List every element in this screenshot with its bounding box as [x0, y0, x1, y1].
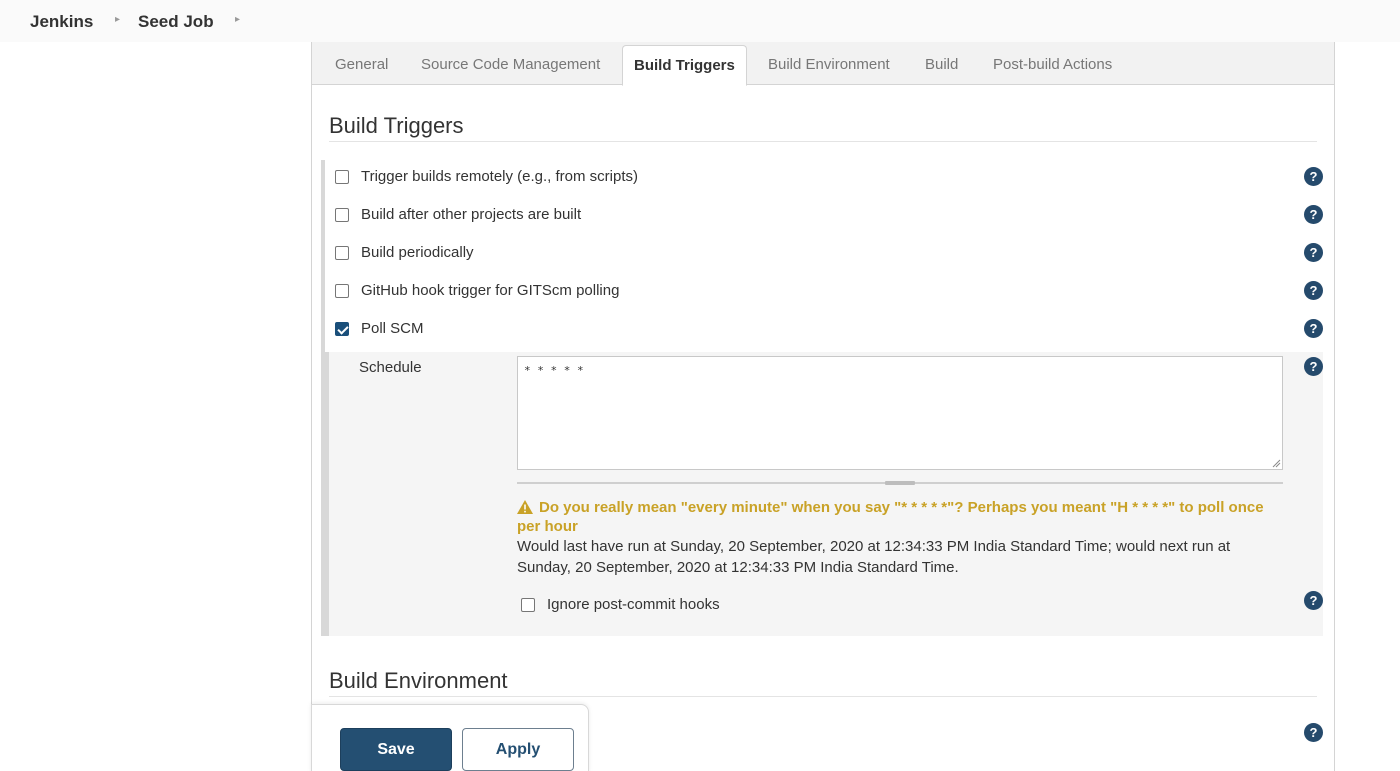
checkbox-build-after-other-projects[interactable]	[335, 207, 349, 222]
section-divider	[329, 696, 1317, 697]
tab-build-triggers[interactable]: Build Triggers	[622, 45, 747, 86]
checkbox-trigger-builds-remotely[interactable]	[335, 169, 349, 184]
save-button[interactable]: Save	[340, 728, 452, 771]
question-circle-icon[interactable]: ?	[1304, 243, 1323, 262]
breadcrumb-item-jenkins[interactable]: Jenkins	[30, 12, 93, 32]
caret-right-icon[interactable]: ▸	[235, 14, 240, 25]
form-actions-bar: Save Apply	[311, 704, 589, 771]
option-ignore-post-commit-hooks[interactable]: Ignore post-commit hooks	[521, 596, 720, 613]
option-label: Poll SCM	[361, 320, 424, 337]
tab-post-build-actions[interactable]: Post-build Actions	[993, 56, 1112, 73]
schedule-warning: Do you really mean "every minute" when y…	[517, 498, 1287, 536]
question-circle-icon[interactable]: ?	[1304, 357, 1323, 376]
schedule-run-info: Would last have run at Sunday, 20 Septem…	[517, 538, 1231, 576]
checkbox-poll-scm[interactable]	[335, 321, 349, 336]
tab-general[interactable]: General	[335, 56, 388, 73]
question-circle-icon[interactable]: ?	[1304, 591, 1323, 610]
option-build-periodically[interactable]: Build periodically	[335, 244, 474, 261]
question-circle-icon[interactable]: ?	[1304, 205, 1323, 224]
option-label: Build periodically	[361, 244, 474, 261]
schedule-warning-text: Do you really mean "every minute" when y…	[517, 499, 1264, 535]
breadcrumb-item-seed-job[interactable]: Seed Job	[138, 12, 214, 32]
config-tab-bar: General Source Code Management Build Tri…	[312, 42, 1334, 86]
schedule-textarea[interactable]	[517, 356, 1283, 470]
question-circle-icon[interactable]: ?	[1304, 319, 1323, 338]
section-title-build-environment: Build Environment	[329, 668, 508, 693]
option-label: Trigger builds remotely (e.g., from scri…	[361, 168, 639, 185]
section-divider	[329, 141, 1317, 142]
option-poll-scm[interactable]: Poll SCM	[335, 320, 424, 337]
option-github-hook-trigger[interactable]: GitHub hook trigger for GITScm polling	[335, 282, 619, 299]
tab-source-code-management[interactable]: Source Code Management	[421, 56, 600, 73]
checkbox-github-hook-trigger[interactable]	[335, 283, 349, 298]
tab-build-environment[interactable]: Build Environment	[768, 56, 890, 73]
config-panel: General Source Code Management Build Tri…	[311, 42, 1335, 771]
option-label: Ignore post-commit hooks	[547, 596, 720, 613]
option-label: Build after other projects are built	[361, 206, 582, 223]
resize-grip-icon[interactable]	[1271, 458, 1281, 468]
question-circle-icon[interactable]: ?	[1304, 281, 1323, 300]
checkbox-ignore-post-commit-hooks[interactable]	[521, 597, 535, 612]
apply-button[interactable]: Apply	[462, 728, 574, 771]
caret-right-icon[interactable]: ▸	[115, 14, 120, 25]
warning-triangle-icon	[517, 500, 533, 514]
textarea-resize-handle[interactable]	[885, 481, 915, 485]
checkbox-build-periodically[interactable]	[335, 245, 349, 260]
question-circle-icon[interactable]: ?	[1304, 723, 1323, 742]
option-trigger-builds-remotely[interactable]: Trigger builds remotely (e.g., from scri…	[335, 168, 638, 185]
schedule-label: Schedule	[359, 359, 422, 376]
tab-build[interactable]: Build	[925, 56, 958, 73]
question-circle-icon[interactable]: ?	[1304, 167, 1323, 186]
option-label: GitHub hook trigger for GITScm polling	[361, 282, 620, 299]
breadcrumb: Jenkins ▸ Seed Job ▸	[0, 0, 1400, 42]
option-build-after-other-projects[interactable]: Build after other projects are built	[335, 206, 581, 223]
section-title-build-triggers: Build Triggers	[329, 113, 464, 138]
